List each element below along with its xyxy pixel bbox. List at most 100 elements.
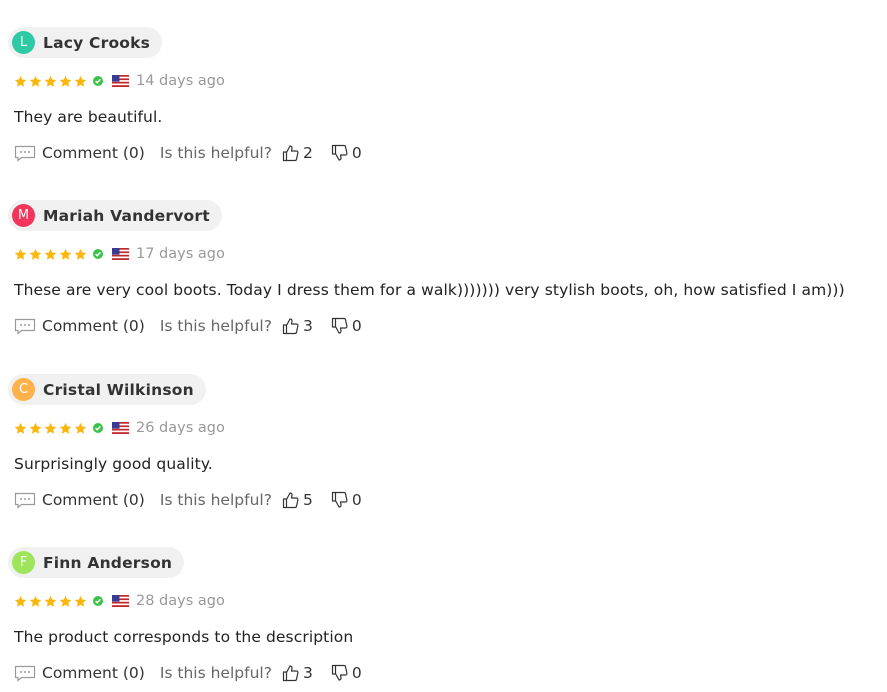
us-flag-icon [112,595,129,607]
review-actions: Comment (0) Is this helpful? 5 0 [14,489,362,511]
comment-button[interactable]: Comment (0) [14,317,145,335]
verified-check-icon [93,249,103,259]
star-icon [74,422,87,434]
star-icon [44,248,57,260]
comment-label: Comment (0) [42,144,145,162]
star-icon [44,422,57,434]
review-actions: Comment (0) Is this helpful? 2 0 [14,142,362,164]
avatar: C [12,378,35,401]
author-badge: F Finn Anderson [8,547,185,578]
star-rating [14,595,89,608]
review-text: These are very cool boots. Today I dress… [14,281,845,299]
review-text: They are beautiful. [14,108,163,126]
star-icon [29,75,42,87]
avatar: M [12,204,35,227]
review-text: Surprisingly good quality. [14,455,213,473]
review-meta: 26 days ago [14,418,225,438]
star-icon [59,595,72,607]
thumbs-up-icon [282,665,299,682]
thumbs-down-button[interactable]: 0 [331,491,362,509]
thumbs-up-icon [282,145,299,162]
thumbs-up-button[interactable]: 5 [282,491,313,509]
comment-button[interactable]: Comment (0) [14,144,145,162]
star-rating [14,75,89,88]
helpful-yes-count: 3 [302,317,313,335]
helpful-no-count: 0 [351,317,362,335]
comment-icon [14,318,36,335]
comment-icon [14,145,36,162]
star-icon [44,75,57,87]
helpful-yes-count: 2 [302,144,313,162]
star-icon [14,595,27,607]
helpful-yes-count: 5 [302,491,313,509]
thumbs-down-button[interactable]: 0 [331,144,362,162]
review-actions: Comment (0) Is this helpful? 3 0 [14,315,362,337]
review-text: The product corresponds to the descripti… [14,628,354,646]
star-icon [74,75,87,87]
review-item: L Lacy Crooks 14 days ago They are beaut… [0,0,887,170]
star-icon [74,248,87,260]
star-rating [14,422,89,435]
author-name: Cristal Wilkinson [43,380,194,399]
star-icon [14,422,27,434]
helpful-no-count: 0 [351,664,362,682]
star-icon [29,248,42,260]
star-rating [14,248,89,261]
review-date: 17 days ago [136,246,225,262]
reviews-list: L Lacy Crooks 14 days ago They are beaut… [0,0,887,692]
thumbs-up-button[interactable]: 2 [282,144,313,162]
review-item: M Mariah Vandervort 17 days ago These ar… [0,173,887,343]
star-icon [59,248,72,260]
comment-label: Comment (0) [42,491,145,509]
thumbs-down-button[interactable]: 0 [331,664,362,682]
helpful-yes-count: 3 [302,664,313,682]
us-flag-icon [112,248,129,260]
author-name: Lacy Crooks [43,33,151,52]
star-icon [29,422,42,434]
helpful-no-count: 0 [351,144,362,162]
review-date: 26 days ago [136,420,225,436]
star-icon [74,595,87,607]
thumbs-down-icon [331,491,348,508]
thumbs-down-icon [331,317,348,334]
comment-button[interactable]: Comment (0) [14,664,145,682]
review-meta: 17 days ago [14,244,225,264]
review-actions: Comment (0) Is this helpful? 3 0 [14,662,362,684]
review-item: F Finn Anderson 28 days ago The product … [0,520,887,690]
star-icon [14,75,27,87]
author-name: Finn Anderson [43,553,173,572]
thumbs-up-icon [282,318,299,335]
review-date: 14 days ago [136,73,225,89]
comment-label: Comment (0) [42,664,145,682]
avatar: L [12,31,35,54]
us-flag-icon [112,75,129,87]
thumbs-up-button[interactable]: 3 [282,317,313,335]
review-item: C Cristal Wilkinson 26 days ago Surprisi… [0,347,887,517]
star-icon [14,248,27,260]
us-flag-icon [112,422,129,434]
verified-check-icon [93,596,103,606]
comment-label: Comment (0) [42,317,145,335]
helpful-prompt: Is this helpful? [159,491,272,509]
verified-check-icon [93,76,103,86]
author-badge: C Cristal Wilkinson [8,374,206,405]
star-icon [59,75,72,87]
helpful-prompt: Is this helpful? [159,317,272,335]
review-date: 28 days ago [136,593,225,609]
helpful-no-count: 0 [351,491,362,509]
review-meta: 28 days ago [14,591,225,611]
star-icon [59,422,72,434]
thumbs-up-icon [282,492,299,509]
comment-icon [14,492,36,509]
thumbs-up-button[interactable]: 3 [282,664,313,682]
author-name: Mariah Vandervort [43,206,210,225]
author-badge: L Lacy Crooks [8,27,163,58]
star-icon [44,595,57,607]
thumbs-down-icon [331,664,348,681]
avatar: F [12,551,35,574]
helpful-prompt: Is this helpful? [159,144,272,162]
comment-button[interactable]: Comment (0) [14,491,145,509]
comment-icon [14,665,36,682]
thumbs-down-button[interactable]: 0 [331,317,362,335]
review-meta: 14 days ago [14,71,225,91]
